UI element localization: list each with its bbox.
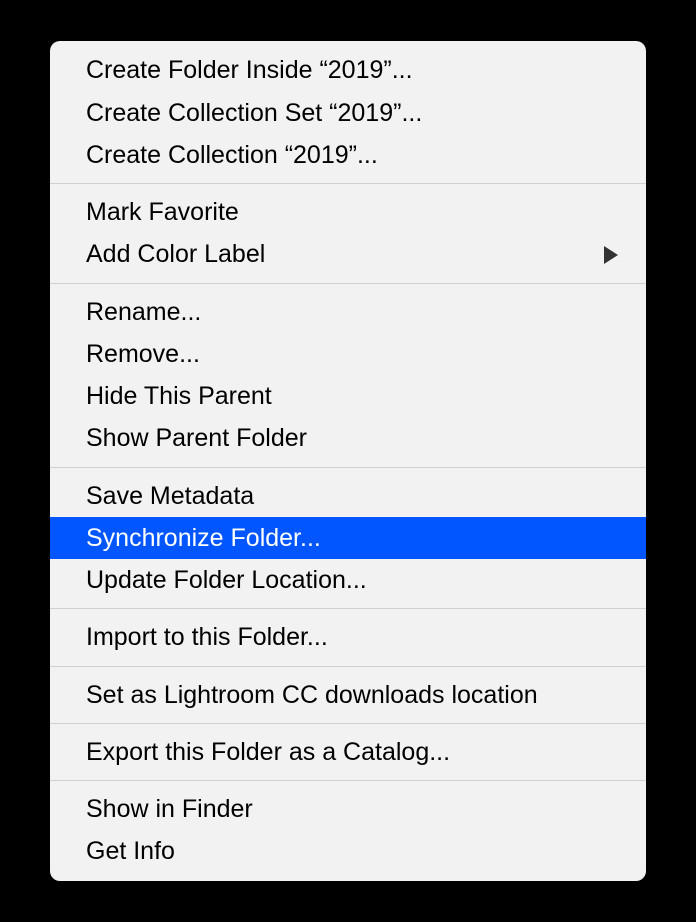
menu-item-get-info[interactable]: Get Info [50, 830, 646, 872]
menu-item-export-this-folder-as-a-catalog[interactable]: Export this Folder as a Catalog... [50, 731, 646, 773]
submenu-arrow-icon [604, 246, 618, 264]
menu-item-rename[interactable]: Rename... [50, 291, 646, 333]
menu-item-create-collection[interactable]: Create Collection “2019”... [50, 134, 646, 176]
menu-item-show-parent-folder[interactable]: Show Parent Folder [50, 417, 646, 459]
menu-item-remove[interactable]: Remove... [50, 333, 646, 375]
menu-item-save-metadata[interactable]: Save Metadata [50, 475, 646, 517]
menu-separator [50, 780, 646, 781]
menu-item-create-folder-inside[interactable]: Create Folder Inside “2019”... [50, 49, 646, 91]
menu-separator [50, 666, 646, 667]
menu-item-label: Add Color Label [86, 236, 265, 272]
menu-item-label: Import to this Folder... [86, 619, 328, 655]
menu-item-label: Mark Favorite [86, 194, 239, 230]
menu-item-label: Rename... [86, 294, 201, 330]
menu-item-label: Export this Folder as a Catalog... [86, 734, 450, 770]
menu-item-add-color-label[interactable]: Add Color Label [50, 233, 646, 275]
context-menu: Create Folder Inside “2019”... Create Co… [50, 41, 646, 880]
menu-item-label: Save Metadata [86, 478, 254, 514]
menu-item-label: Set as Lightroom CC downloads location [86, 677, 538, 713]
menu-item-label: Hide This Parent [86, 378, 272, 414]
menu-item-mark-favorite[interactable]: Mark Favorite [50, 191, 646, 233]
menu-separator [50, 608, 646, 609]
menu-item-label: Update Folder Location... [86, 562, 367, 598]
menu-item-label: Synchronize Folder... [86, 520, 321, 556]
menu-separator [50, 183, 646, 184]
menu-item-label: Remove... [86, 336, 200, 372]
menu-item-synchronize-folder[interactable]: Synchronize Folder... [50, 517, 646, 559]
menu-item-label: Show Parent Folder [86, 420, 307, 456]
menu-item-hide-this-parent[interactable]: Hide This Parent [50, 375, 646, 417]
menu-item-label: Create Collection “2019”... [86, 137, 378, 173]
menu-item-set-as-lightroom-cc-downloads-location[interactable]: Set as Lightroom CC downloads location [50, 674, 646, 716]
menu-item-label: Show in Finder [86, 791, 253, 827]
menu-item-create-collection-set[interactable]: Create Collection Set “2019”... [50, 92, 646, 134]
menu-item-label: Get Info [86, 833, 175, 869]
menu-item-show-in-finder[interactable]: Show in Finder [50, 788, 646, 830]
menu-item-import-to-this-folder[interactable]: Import to this Folder... [50, 616, 646, 658]
menu-item-label: Create Folder Inside “2019”... [86, 52, 413, 88]
menu-separator [50, 467, 646, 468]
menu-item-update-folder-location[interactable]: Update Folder Location... [50, 559, 646, 601]
menu-separator [50, 283, 646, 284]
menu-item-label: Create Collection Set “2019”... [86, 95, 422, 131]
menu-separator [50, 723, 646, 724]
